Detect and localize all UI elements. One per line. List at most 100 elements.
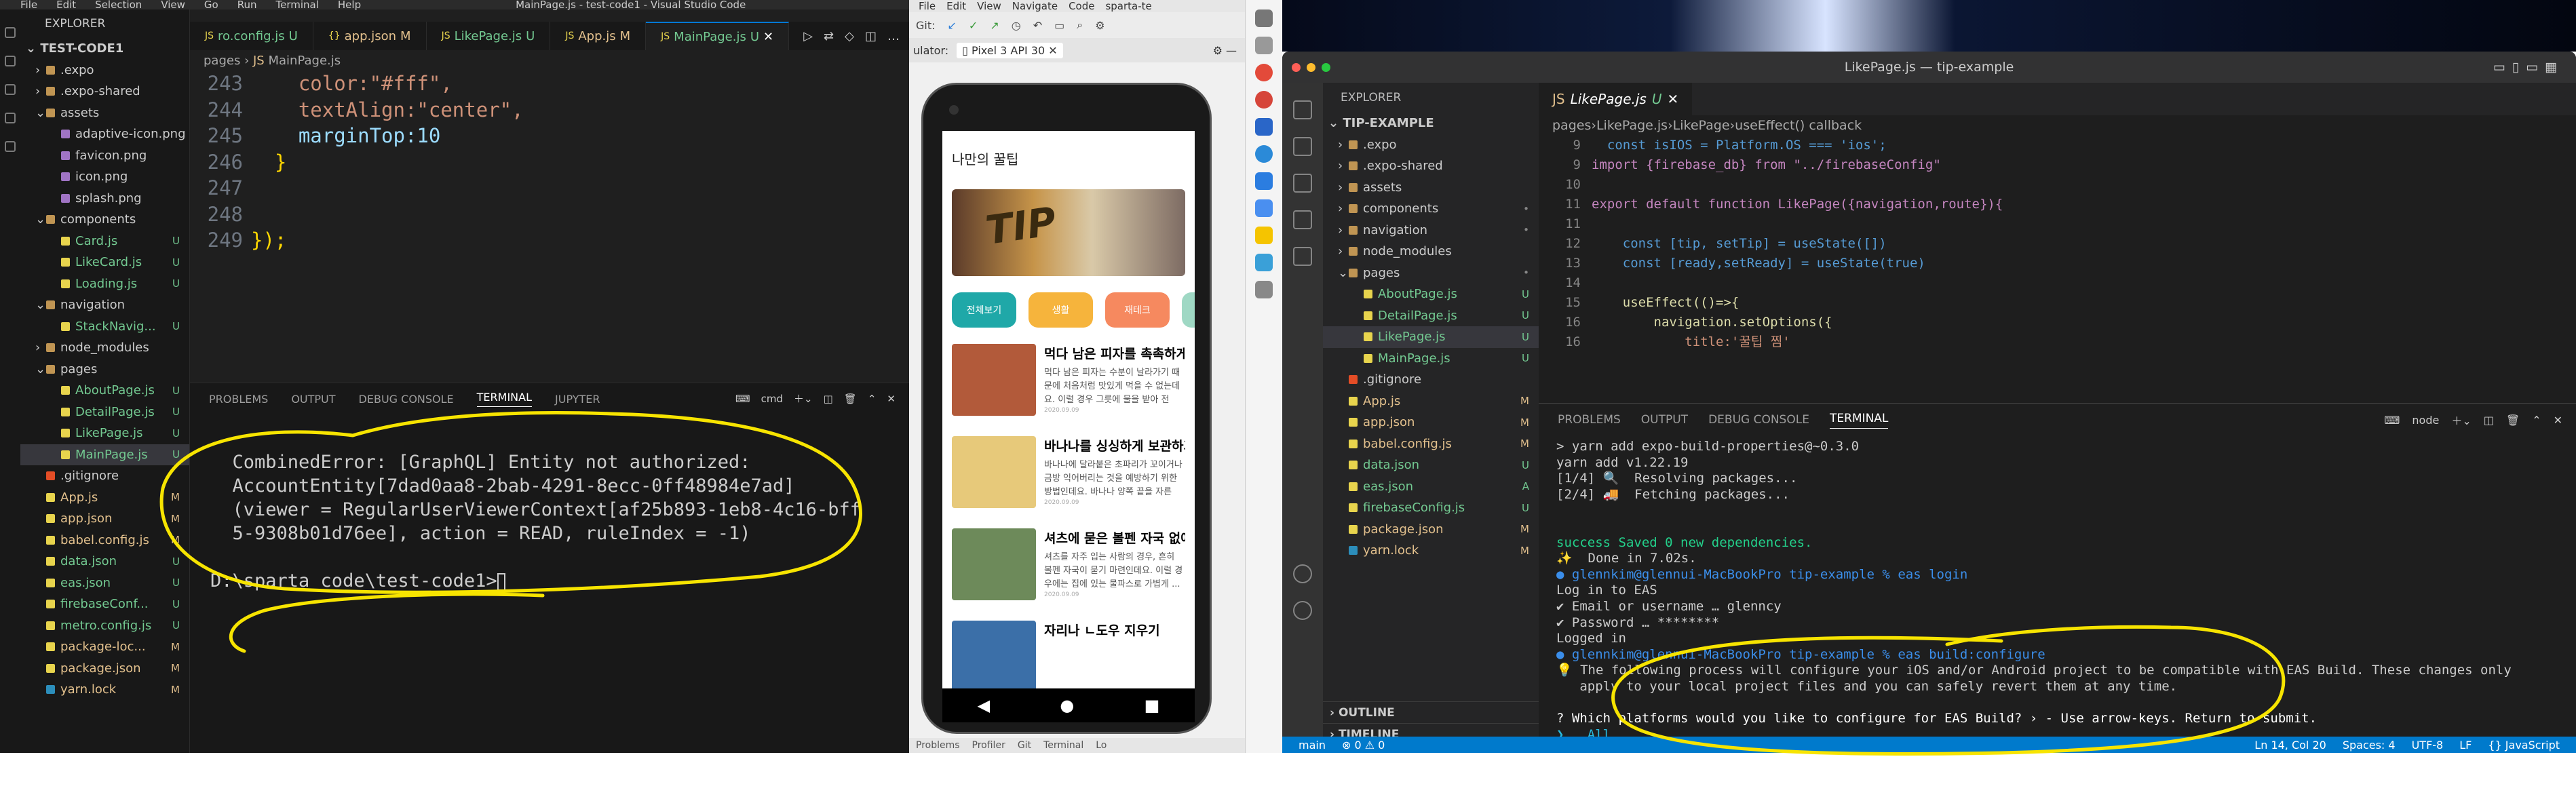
tree-item[interactable]: package.json M <box>20 658 189 680</box>
tree-item[interactable]: yarn.lock M <box>20 679 189 701</box>
tree-item[interactable]: ⌄ pages <box>20 359 189 381</box>
status-item[interactable]: main <box>1299 739 1326 752</box>
tree-item[interactable]: .gitignore <box>20 465 189 487</box>
power-icon[interactable] <box>1255 9 1273 27</box>
home-icon[interactable]: ● <box>1060 696 1074 715</box>
add-terminal-icon[interactable]: ＋⌄ <box>794 391 813 406</box>
tree-item[interactable]: LikePage.js U <box>1323 326 1539 348</box>
status-item[interactable]: ⊗ 0 ⚠ 0 <box>1342 739 1385 752</box>
tree-item[interactable]: firebaseConf... U <box>20 593 189 615</box>
right-terminal-output[interactable]: > yarn add expo-build-properties@~0.3.0 y… <box>1539 436 2576 753</box>
history-icon[interactable]: ◷ <box>1012 19 1021 32</box>
files-icon[interactable] <box>1293 100 1312 119</box>
tree-item[interactable]: data.json U <box>20 551 189 572</box>
tool-window-tab[interactable]: Problems <box>916 740 960 751</box>
tree-item[interactable]: DetailPage.js U <box>1323 305 1539 327</box>
outline-section[interactable]: › OUTLINE <box>1323 701 1539 723</box>
editor-tab[interactable]: JS App.js M <box>550 22 647 50</box>
tree-item[interactable]: package-loc... M <box>20 636 189 658</box>
panel-tab-terminal[interactable]: TERMINAL <box>1829 412 1889 429</box>
app-icon[interactable] <box>1255 254 1273 271</box>
terminal-shell[interactable]: node <box>2412 414 2439 427</box>
run-debug-icon[interactable] <box>1293 210 1312 229</box>
tree-item[interactable]: eas.json A <box>1323 476 1539 498</box>
git-icon[interactable]: ◇ <box>845 29 854 43</box>
tree-item[interactable]: metro.config.js U <box>20 615 189 637</box>
window-icon[interactable]: ▭ <box>1054 19 1064 32</box>
files-icon[interactable] <box>5 27 16 38</box>
minimize-window-button[interactable] <box>1307 63 1315 72</box>
tree-item[interactable]: › .expo-shared <box>20 81 189 102</box>
app-icon[interactable] <box>1255 118 1273 136</box>
tab-likepage[interactable]: JS LikePage.js U ✕ <box>1539 83 1693 115</box>
menu-item[interactable]: Navigate <box>1012 0 1058 12</box>
breadcrumb-item[interactable]: LikePage <box>1673 118 1730 133</box>
category-chip[interactable] <box>1182 292 1195 328</box>
tree-item[interactable]: ⌄ components <box>20 209 189 231</box>
status-item[interactable]: Spaces: 4 <box>2343 739 2396 752</box>
search-icon[interactable] <box>5 56 16 66</box>
tree-item[interactable]: › node_modules <box>1323 241 1539 262</box>
terminal-shell[interactable]: cmd <box>761 393 783 405</box>
tool-window-tab[interactable]: Terminal <box>1043 740 1083 751</box>
tree-item[interactable]: package.json M <box>1323 519 1539 541</box>
tree-item[interactable]: App.js M <box>1323 391 1539 412</box>
close-icon[interactable]: ✕ <box>1667 91 1678 107</box>
menu-item[interactable]: View <box>977 0 1001 12</box>
gear-icon[interactable] <box>1255 281 1273 298</box>
layout-icons[interactable]: ▭▯▭▦ <box>2493 60 2564 75</box>
tree-item[interactable]: icon.png <box>20 166 189 188</box>
category-chip[interactable]: 생활 <box>1029 292 1093 328</box>
tree-item[interactable]: firebaseConfig.js U <box>1323 497 1539 519</box>
source-control-icon[interactable] <box>5 84 16 95</box>
menu-item[interactable]: Go <box>204 0 218 11</box>
back-icon[interactable]: ◀ <box>978 696 990 715</box>
panel-tab-problems[interactable]: PROBLEMS <box>1558 413 1621 427</box>
chrome-icon[interactable] <box>1255 145 1273 163</box>
tree-item[interactable]: AboutPage.js U <box>1323 284 1539 305</box>
tree-item[interactable]: .gitignore <box>1323 369 1539 391</box>
status-item[interactable]: {} JavaScript <box>2488 739 2560 752</box>
tip-card[interactable]: 셔츠에 묻은 볼펜 자국 없애... 셔츠를 자주 입는 사람의 경우, 흔히 볼… <box>952 528 1185 604</box>
extensions-icon[interactable] <box>5 141 16 152</box>
panel-tab-debug-console[interactable]: DEBUG CONSOLE <box>359 393 454 406</box>
maximize-icon[interactable]: ⌃ <box>2532 414 2541 427</box>
tree-item[interactable]: ⌄ navigation <box>20 294 189 316</box>
device-tab[interactable]: ▯ Pixel 3 API 30 ✕ <box>957 42 1063 58</box>
extensions-icon[interactable] <box>1293 247 1312 266</box>
tree-item[interactable]: splash.png <box>20 188 189 210</box>
run-debug-icon[interactable] <box>5 113 16 123</box>
split-icon[interactable]: ◫ <box>824 393 833 405</box>
tree-root[interactable]: ⌄ TIP-EXAMPLE <box>1323 113 1539 134</box>
word-icon[interactable] <box>1255 172 1273 190</box>
tree-item[interactable]: › assets <box>1323 177 1539 199</box>
kakao-icon[interactable] <box>1255 227 1273 244</box>
volume-icon[interactable] <box>1255 37 1273 54</box>
rollback-icon[interactable]: ↶ <box>1033 19 1042 32</box>
maximize-icon[interactable]: ⌃ <box>868 393 877 405</box>
phone-screen[interactable]: 나만의 꿀팁 TIP 전체보기 생활 재테크 먹다 남은 피자를 촉촉하게! 먹다 남… <box>942 131 1195 688</box>
tree-item[interactable]: adaptive-icon.png <box>20 123 189 145</box>
tip-card[interactable]: 먹다 남은 피자를 촉촉하게! 먹다 남은 피자는 수분이 날라가기 때문에 처음… <box>952 344 1185 420</box>
tree-item[interactable]: ⌄ assets <box>20 102 189 124</box>
category-chip[interactable]: 재테크 <box>1105 292 1170 328</box>
breadcrumb-item[interactable]: LikePage.js <box>1596 118 1668 133</box>
close-icon[interactable]: ✕ <box>763 30 773 44</box>
tree-item[interactable]: App.js M <box>20 487 189 509</box>
run-icon[interactable]: ▷ <box>803 29 813 43</box>
breadcrumb-item[interactable]: useEffect() callback <box>1735 118 1862 133</box>
recents-icon[interactable]: ■ <box>1145 696 1160 715</box>
tool-window-tab[interactable]: Profiler <box>972 740 1005 751</box>
tree-item[interactable]: AboutPage.js U <box>20 380 189 402</box>
tree-item[interactable]: Loading.js U <box>20 273 189 295</box>
panel-tab-problems[interactable]: PROBLEMS <box>209 393 268 406</box>
tree-item[interactable]: favicon.png <box>20 145 189 167</box>
close-icon[interactable]: ✕ <box>887 393 896 405</box>
tree-item[interactable]: eas.json U <box>20 572 189 594</box>
status-item[interactable]: Ln 14, Col 20 <box>2254 739 2326 752</box>
more-icon[interactable]: … <box>887 29 900 43</box>
tip-card[interactable]: 자리나 ㄴ도우 지우기 <box>952 621 1185 688</box>
chrome-icon[interactable] <box>1255 64 1273 81</box>
menu-item[interactable]: sparta-te <box>1105 0 1151 12</box>
tool-window-tab[interactable]: Lo <box>1096 740 1107 751</box>
